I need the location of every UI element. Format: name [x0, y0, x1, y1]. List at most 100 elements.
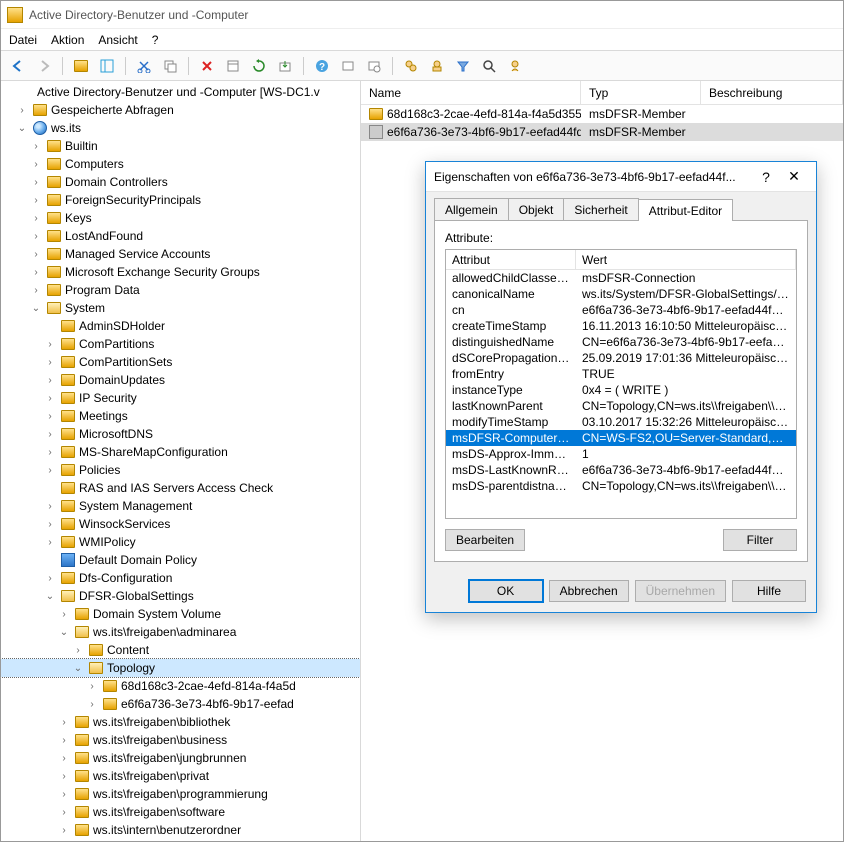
tree-share-benutzerordner[interactable]: ›ws.its\intern\benutzerordner [1, 821, 360, 839]
export-button[interactable] [274, 55, 296, 77]
attr-row[interactable]: fromEntryTRUE [446, 366, 796, 382]
tree-sysmgmt[interactable]: ›System Management [1, 497, 360, 515]
tree-share-software[interactable]: ›ws.its\freigaben\software [1, 803, 360, 821]
tree-computers[interactable]: ›Computers [1, 155, 360, 173]
tree-topology[interactable]: ⌄Topology [1, 659, 360, 677]
attr-row[interactable]: msDS-LastKnownRDNe6f6a736-3e73-4bf6-9b17… [446, 462, 796, 478]
up-level-button[interactable] [70, 55, 92, 77]
tree-ras[interactable]: RAS and IAS Servers Access Check [1, 479, 360, 497]
delete-button[interactable] [196, 55, 218, 77]
menu-datei[interactable]: Datei [9, 33, 37, 47]
toolbar-button[interactable] [363, 55, 385, 77]
dialog-help-button[interactable]: ? [752, 167, 780, 187]
tree-comparts[interactable]: ›ComPartitions [1, 335, 360, 353]
tree-dfsrgs[interactable]: ⌄DFSR-GlobalSettings [1, 587, 360, 605]
tree-winsock[interactable]: ›WinsockServices [1, 515, 360, 533]
tree-share-adminarea[interactable]: ⌄ws.its\freigaben\adminarea [1, 623, 360, 641]
filter-button[interactable] [452, 55, 474, 77]
tree-laf[interactable]: ›LostAndFound [1, 227, 360, 245]
tree-system[interactable]: ⌄System [1, 299, 360, 317]
tree-msdns[interactable]: ›MicrosoftDNS [1, 425, 360, 443]
properties-button[interactable] [222, 55, 244, 77]
find-button[interactable] [478, 55, 500, 77]
menu-ansicht[interactable]: Ansicht [98, 33, 137, 47]
copy-button[interactable] [159, 55, 181, 77]
tree-dfsc[interactable]: ›Dfs-Configuration [1, 569, 360, 587]
attr-body[interactable]: allowedChildClassesE...msDFSR-Connection… [446, 270, 796, 518]
tree-ddp[interactable]: Default Domain Policy [1, 551, 360, 569]
tree-saved-queries[interactable]: ›Gespeicherte Abfragen [1, 101, 360, 119]
filter-button[interactable]: Filter [723, 529, 797, 551]
tree-msa[interactable]: ›Managed Service Accounts [1, 245, 360, 263]
tab-sicherheit[interactable]: Sicherheit [563, 198, 638, 220]
cut-button[interactable] [133, 55, 155, 77]
nav-forward-button[interactable] [33, 55, 55, 77]
tree-builtin[interactable]: ›Builtin [1, 137, 360, 155]
tree-share-jungbrunnen[interactable]: ›ws.its\freigaben\jungbrunnen [1, 749, 360, 767]
nav-back-button[interactable] [7, 55, 29, 77]
tree-share-privat[interactable]: ›ws.its\freigaben\privat [1, 767, 360, 785]
refresh-button[interactable] [248, 55, 270, 77]
col-typ[interactable]: Typ [581, 81, 701, 104]
menu-aktion[interactable]: Aktion [51, 33, 84, 47]
tree-adminsd[interactable]: AdminSDHolder [1, 317, 360, 335]
tree-share-bibliothek[interactable]: ›ws.its\freigaben\bibliothek [1, 713, 360, 731]
col-beschreibung[interactable]: Beschreibung [701, 81, 843, 104]
tree-guid2[interactable]: ›e6f6a736-3e73-4bf6-9b17-eefad [1, 695, 360, 713]
uebernehmen-button[interactable]: Übernehmen [635, 580, 726, 602]
ok-button[interactable]: OK [469, 580, 543, 602]
attr-row[interactable]: cne6f6a736-3e73-4bf6-9b17-eefad44fde2e [446, 302, 796, 318]
abbrechen-button[interactable]: Abbrechen [549, 580, 629, 602]
dialog-close-button[interactable]: ✕ [780, 167, 808, 187]
attr-col-wert[interactable]: Wert [576, 250, 796, 269]
tree-progdata[interactable]: ›Program Data [1, 281, 360, 299]
tree-pane[interactable]: Active Directory-Benutzer und -Computer … [1, 81, 361, 841]
attr-col-attribut[interactable]: Attribut [446, 250, 576, 269]
tree-policies[interactable]: ›Policies [1, 461, 360, 479]
tree-dsv[interactable]: ›Domain System Volume [1, 605, 360, 623]
tree-mesg[interactable]: ›Microsoft Exchange Security Groups [1, 263, 360, 281]
col-name[interactable]: Name [361, 81, 581, 104]
bearbeiten-button[interactable]: Bearbeiten [445, 529, 525, 551]
attr-row[interactable]: instanceType0x4 = ( WRITE ) [446, 382, 796, 398]
attr-row[interactable]: dSCorePropagationD...25.09.2019 17:01:36… [446, 350, 796, 366]
tree-share-business[interactable]: ›ws.its\freigaben\business [1, 731, 360, 749]
list-row[interactable]: e6f6a736-3e73-4bf6-9b17-eefad44fde2emsDF… [361, 123, 843, 141]
find-users-button[interactable] [400, 55, 422, 77]
tab-attribut-editor[interactable]: Attribut-Editor [638, 199, 733, 221]
attr-row[interactable]: modifyTimeStamp03.10.2017 15:32:26 Mitte… [446, 414, 796, 430]
menu-help[interactable]: ? [152, 33, 159, 47]
list-row[interactable]: 68d168c3-2cae-4efd-814a-f4a5d355cb35msDF… [361, 105, 843, 123]
attr-row[interactable]: msDFSR-ComputerR...CN=WS-FS2,OU=Server-S… [446, 430, 796, 446]
tree-meetings[interactable]: ›Meetings [1, 407, 360, 425]
attr-row[interactable]: msDS-parentdistnameCN=Topology,CN=ws.its… [446, 478, 796, 494]
tree-keys[interactable]: ›Keys [1, 209, 360, 227]
tree-domain[interactable]: ⌄ws.its [1, 119, 360, 137]
show-tree-button[interactable] [96, 55, 118, 77]
attr-row[interactable]: canonicalNamews.its/System/DFSR-GlobalSe… [446, 286, 796, 302]
attr-row[interactable]: allowedChildClassesE...msDFSR-Connection [446, 270, 796, 286]
tree-guid1[interactable]: ›68d168c3-2cae-4efd-814a-f4a5d [1, 677, 360, 695]
toolbar-button[interactable] [504, 55, 526, 77]
help-button[interactable]: ? [311, 55, 333, 77]
tree-domup[interactable]: ›DomainUpdates [1, 371, 360, 389]
attr-row[interactable]: createTimeStamp16.11.2013 16:10:50 Mitte… [446, 318, 796, 334]
tree-compartsets[interactable]: ›ComPartitionSets [1, 353, 360, 371]
attribute-list[interactable]: Attribut Wert allowedChildClassesE...msD… [445, 249, 797, 519]
attr-row[interactable]: distinguishedNameCN=e6f6a736-3e73-4bf6-9… [446, 334, 796, 350]
tree-mssmc[interactable]: ›MS-ShareMapConfiguration [1, 443, 360, 461]
tree-content[interactable]: ›Content [1, 641, 360, 659]
tree-dcs[interactable]: ›Domain Controllers [1, 173, 360, 191]
tree-ipsec[interactable]: ›IP Security [1, 389, 360, 407]
toolbar-button[interactable] [337, 55, 359, 77]
hilfe-button[interactable]: Hilfe [732, 580, 806, 602]
tree-share-programmierung[interactable]: ›ws.its\freigaben\programmierung [1, 785, 360, 803]
tree-fsp[interactable]: ›ForeignSecurityPrincipals [1, 191, 360, 209]
attr-row[interactable]: lastKnownParentCN=Topology,CN=ws.its\\fr… [446, 398, 796, 414]
attr-row[interactable]: msDS-Approx-Immed-...1 [446, 446, 796, 462]
tree-wmi[interactable]: ›WMIPolicy [1, 533, 360, 551]
add-to-group-button[interactable] [426, 55, 448, 77]
tree-root[interactable]: Active Directory-Benutzer und -Computer … [1, 83, 360, 101]
tab-objekt[interactable]: Objekt [508, 198, 565, 220]
tab-allgemein[interactable]: Allgemein [434, 198, 509, 220]
